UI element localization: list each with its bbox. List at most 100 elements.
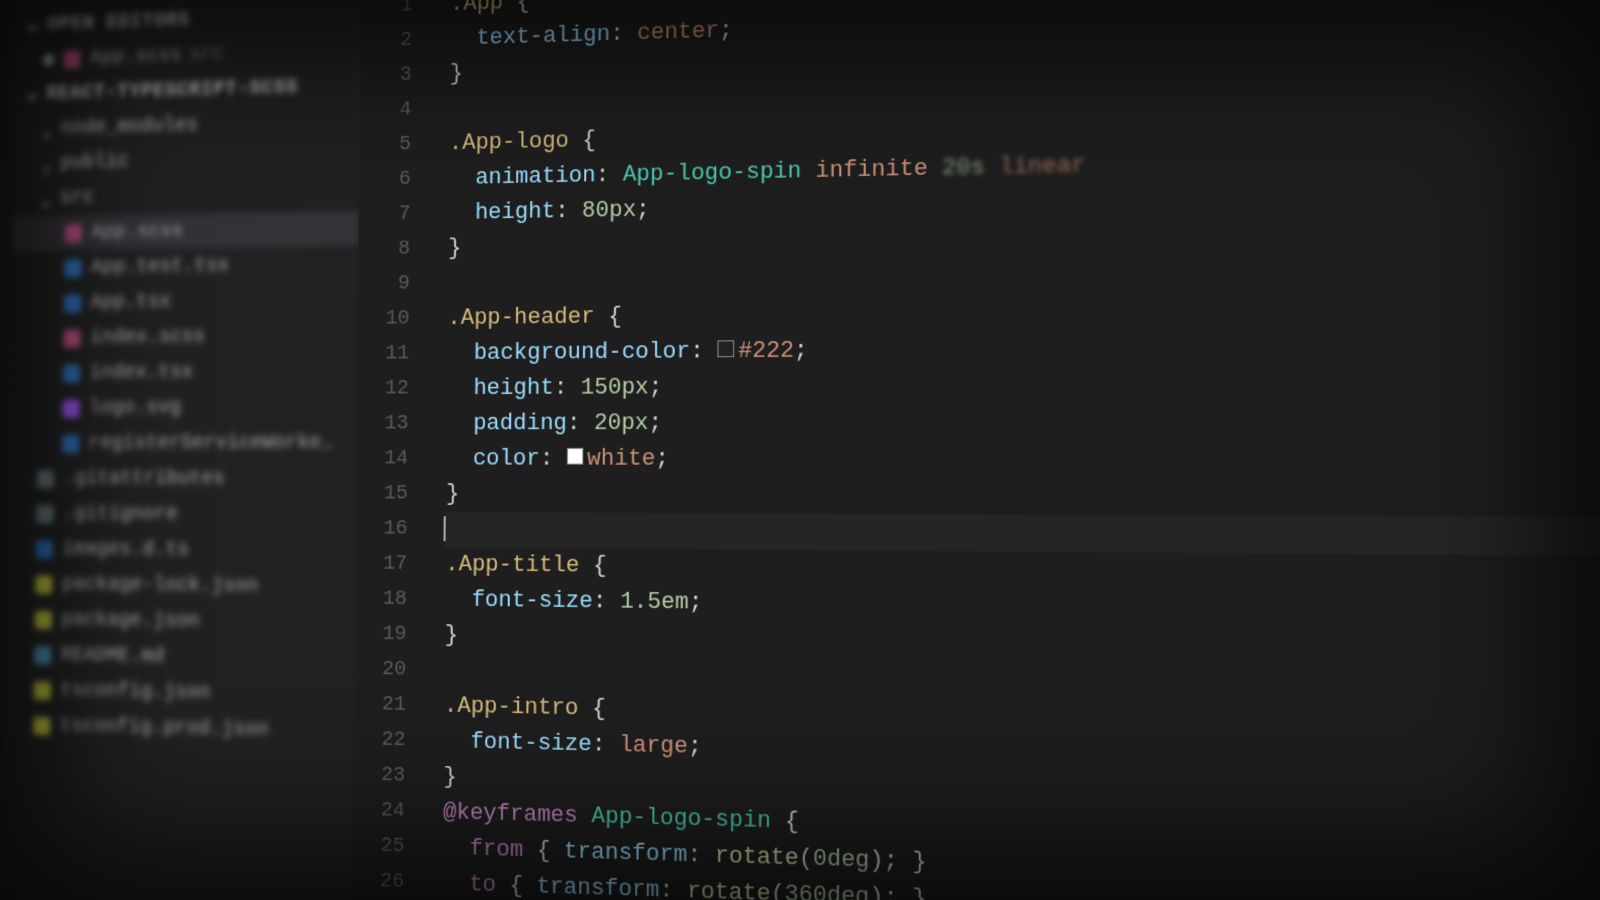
file-name: package-lock.json <box>62 573 259 598</box>
code-token: center <box>637 18 719 46</box>
file-name: logo.svg <box>89 396 181 420</box>
code-editor[interactable]: 1234567891011121314151617181920212223242… <box>352 0 1600 900</box>
code-token: 360deg <box>785 881 870 900</box>
line-number: 3 <box>360 58 430 95</box>
file-item[interactable]: App.test.tsx <box>11 246 358 286</box>
code-token: 1.5em <box>620 589 689 616</box>
file-type-icon <box>37 470 54 488</box>
file-type-icon <box>36 540 53 558</box>
code-token: #222 <box>738 338 794 365</box>
code-token: } <box>912 848 926 876</box>
line-number-gutter: 1234567891011121314151617181920212223242… <box>352 0 431 900</box>
file-type-icon <box>34 646 51 664</box>
project-label: REACT-TYPESCRIPT-SCSS <box>46 76 298 106</box>
code-token: : <box>592 731 606 758</box>
color-swatch-icon <box>717 340 734 357</box>
code-token: ; <box>689 589 703 616</box>
file-name: index.tsx <box>89 361 193 385</box>
file-name: App.scss <box>91 220 183 245</box>
code-token: ; <box>636 197 650 223</box>
file-type-icon <box>35 610 52 628</box>
file-item[interactable]: App.tsx <box>11 282 358 321</box>
line-number: 14 <box>356 442 426 477</box>
file-item[interactable]: images.d.ts <box>7 531 356 569</box>
file-item[interactable]: index.tsx <box>10 354 358 391</box>
code-token: { <box>537 838 551 865</box>
code-line[interactable]: height: 150px; <box>447 364 1600 407</box>
file-item[interactable]: index.scss <box>10 318 358 356</box>
code-token: : <box>596 162 610 188</box>
code-token: : <box>593 588 607 614</box>
file-item[interactable]: registerServiceWorke… <box>9 425 357 461</box>
file-type-icon <box>62 434 79 452</box>
line-number: 22 <box>353 722 423 759</box>
line-number: 17 <box>355 547 425 583</box>
code-token: ( <box>771 881 785 900</box>
code-token: 80px <box>582 197 636 224</box>
file-item[interactable]: .gitattributes <box>8 461 356 497</box>
line-number: 7 <box>359 197 429 233</box>
file-type-icon <box>63 49 80 67</box>
code-token: transform <box>564 838 688 868</box>
code-token: { <box>785 808 799 835</box>
file-type-icon <box>34 681 51 700</box>
code-token: : <box>687 842 701 869</box>
file-item[interactable]: App.scss <box>12 210 359 251</box>
text-cursor <box>444 516 446 541</box>
file-name: App.tsx <box>90 290 171 314</box>
file-type-icon <box>64 259 81 277</box>
file-name: README.md <box>61 643 165 668</box>
code-token: 0deg <box>813 845 870 874</box>
code-token: } <box>446 481 460 507</box>
code-token: @keyframes <box>443 799 578 829</box>
code-area[interactable]: .App { text-align: center;}.App-logo { a… <box>442 0 1600 900</box>
file-item[interactable]: README.md <box>6 637 355 678</box>
code-token: height <box>473 375 554 401</box>
line-number: 24 <box>353 793 423 830</box>
code-token: .App <box>450 0 503 17</box>
file-name: registerServiceWorke… <box>88 432 333 456</box>
code-token: large <box>619 732 688 760</box>
folder-name: public <box>60 150 129 174</box>
file-name: images.d.ts <box>62 538 189 562</box>
code-line[interactable]: } <box>446 477 1600 518</box>
line-number: 21 <box>354 687 424 724</box>
line-number: 4 <box>360 92 430 128</box>
code-line[interactable]: padding: 20px; <box>446 402 1600 441</box>
code-token: : <box>555 198 569 224</box>
code-token: : <box>567 410 581 436</box>
code-token: } <box>443 764 457 790</box>
code-token: font-size <box>472 587 593 614</box>
line-number: 8 <box>358 232 428 268</box>
code-token: ) <box>869 847 883 874</box>
line-number: 1 <box>361 0 431 25</box>
line-number: 25 <box>352 828 422 866</box>
file-type-icon <box>33 716 50 735</box>
chevron-down-icon <box>26 18 39 32</box>
file-item[interactable]: logo.svg <box>9 389 357 426</box>
file-dir: src <box>189 43 224 67</box>
file-type-icon <box>35 575 52 593</box>
code-token: .App-intro <box>444 693 579 722</box>
file-item[interactable]: package.json <box>6 601 355 641</box>
line-number: 19 <box>354 617 424 653</box>
line-number: 15 <box>356 477 426 512</box>
folder-name: src <box>60 186 94 210</box>
code-token: rotate <box>687 878 771 900</box>
file-item[interactable]: tsconfig.prod.json <box>4 707 353 750</box>
file-type-icon <box>63 329 80 347</box>
code-token: { <box>509 873 523 900</box>
code-line[interactable]: color: white; <box>446 441 1600 479</box>
code-token: : <box>540 446 554 472</box>
line-number: 10 <box>358 302 428 338</box>
line-number: 11 <box>357 337 427 372</box>
code-token: .App-header <box>447 304 594 331</box>
code-token: white <box>587 446 655 472</box>
code-token: App-logo-spin <box>623 158 802 188</box>
file-name: index.scss <box>90 325 205 349</box>
file-item[interactable]: package-lock.json <box>7 566 356 605</box>
file-explorer-sidebar[interactable]: OPEN EDITORS App.scsssrc REACT-TYPESCRIP… <box>2 0 361 900</box>
file-item[interactable]: .gitignore <box>8 496 356 533</box>
line-number: 23 <box>353 758 423 795</box>
code-token: { <box>516 0 530 15</box>
